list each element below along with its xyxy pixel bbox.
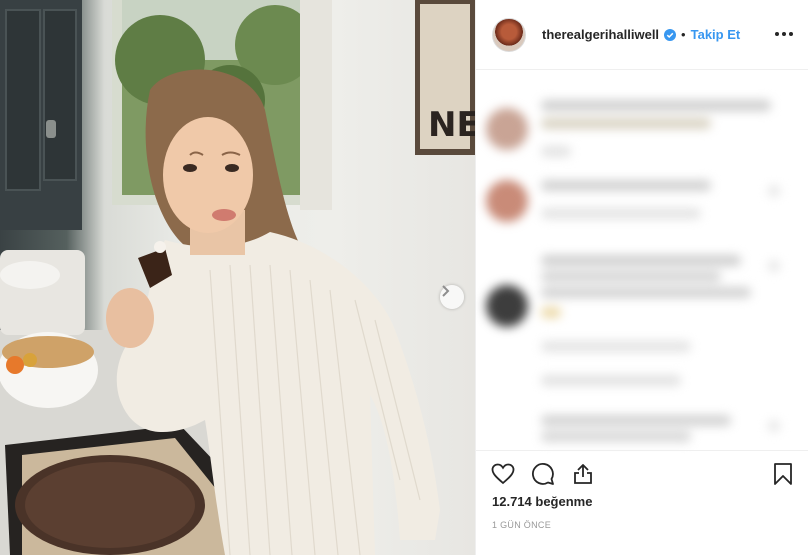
avatar[interactable] [492, 17, 526, 52]
chevron-right-icon [442, 285, 450, 297]
follow-button[interactable]: Takip Et [691, 27, 741, 42]
person-face [163, 117, 253, 233]
person-hand [106, 288, 154, 348]
post-sidebar: therealgerihalliwell • Takip Et 12.714 b… [475, 0, 808, 555]
comments-list [476, 70, 808, 450]
bookmark-icon[interactable] [770, 461, 796, 487]
carousel-next-button[interactable] [440, 285, 464, 309]
separator-dot: • [681, 27, 686, 42]
post-photo[interactable]: NE [0, 0, 475, 555]
share-icon[interactable] [570, 461, 596, 487]
post-header: therealgerihalliwell • Takip Et [476, 0, 808, 70]
avatar [486, 108, 528, 150]
more-options-icon[interactable] [775, 26, 793, 42]
like-count[interactable]: 12.714 beğenme [492, 494, 592, 509]
heart-icon[interactable] [490, 461, 516, 487]
avatar [486, 180, 528, 222]
comment-icon[interactable] [530, 461, 556, 487]
post-actions: 12.714 beğenme 1 GÜN ÖNCE [476, 450, 808, 555]
username-link[interactable]: therealgerihalliwell [542, 27, 659, 42]
photo-scene: NE [0, 0, 475, 555]
avatar [486, 285, 528, 327]
verified-badge-icon [664, 28, 677, 41]
svg-text:NE: NE [428, 105, 475, 145]
post-timestamp: 1 GÜN ÖNCE [492, 520, 552, 530]
